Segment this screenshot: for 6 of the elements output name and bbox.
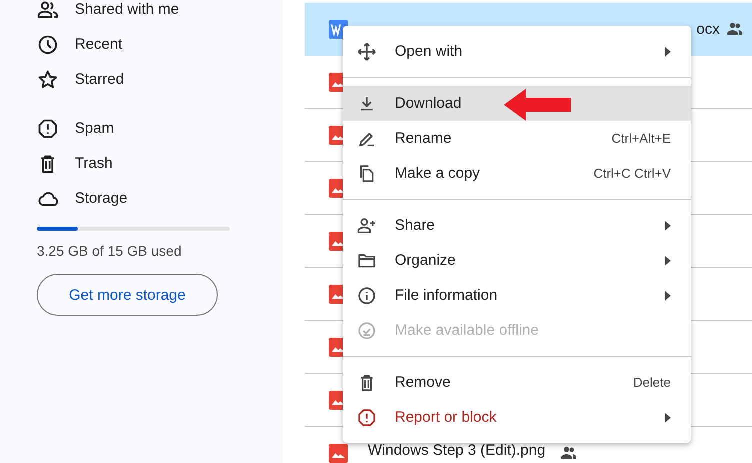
shortcut: Delete bbox=[633, 375, 671, 390]
file-name: ocx bbox=[696, 20, 720, 38]
file-name: Windows Step 3 (Edit).png bbox=[368, 442, 546, 458]
shortcut: Ctrl+C Ctrl+V bbox=[594, 166, 671, 181]
shortcut: Ctrl+Alt+E bbox=[612, 131, 671, 146]
storage-usage: 3.25 GB of 15 GB used bbox=[37, 243, 183, 259]
